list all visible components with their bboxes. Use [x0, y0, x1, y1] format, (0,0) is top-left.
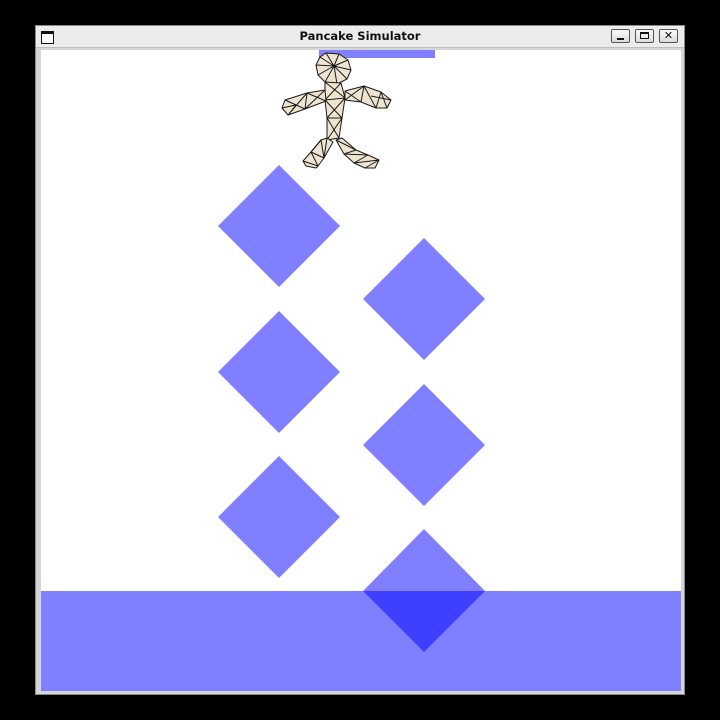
diamond-obstacle — [363, 238, 485, 360]
simulation-canvas[interactable] — [41, 50, 681, 691]
maximize-icon — [640, 32, 649, 39]
scene-svg — [41, 50, 681, 691]
ragdoll-left-leg — [302, 137, 334, 169]
close-button[interactable]: ✕ — [659, 29, 678, 43]
ragdoll-left-arm — [281, 89, 327, 116]
minimize-button[interactable] — [611, 29, 630, 43]
diamond-obstacle — [363, 384, 485, 506]
ragdoll-right-arm — [344, 85, 392, 109]
window-title: Pancake Simulator — [299, 29, 421, 43]
close-icon: ✕ — [663, 29, 674, 42]
app-window: Pancake Simulator ✕ — [35, 25, 685, 695]
ground-slab — [41, 591, 681, 691]
diamond-obstacle — [218, 311, 340, 433]
title-bar[interactable]: Pancake Simulator ✕ — [36, 26, 684, 48]
ragdoll — [281, 52, 392, 169]
minimize-icon — [617, 38, 624, 40]
maximize-button[interactable] — [635, 29, 654, 43]
diamond-obstacle — [218, 165, 340, 287]
diamond-obstacle — [218, 456, 340, 578]
